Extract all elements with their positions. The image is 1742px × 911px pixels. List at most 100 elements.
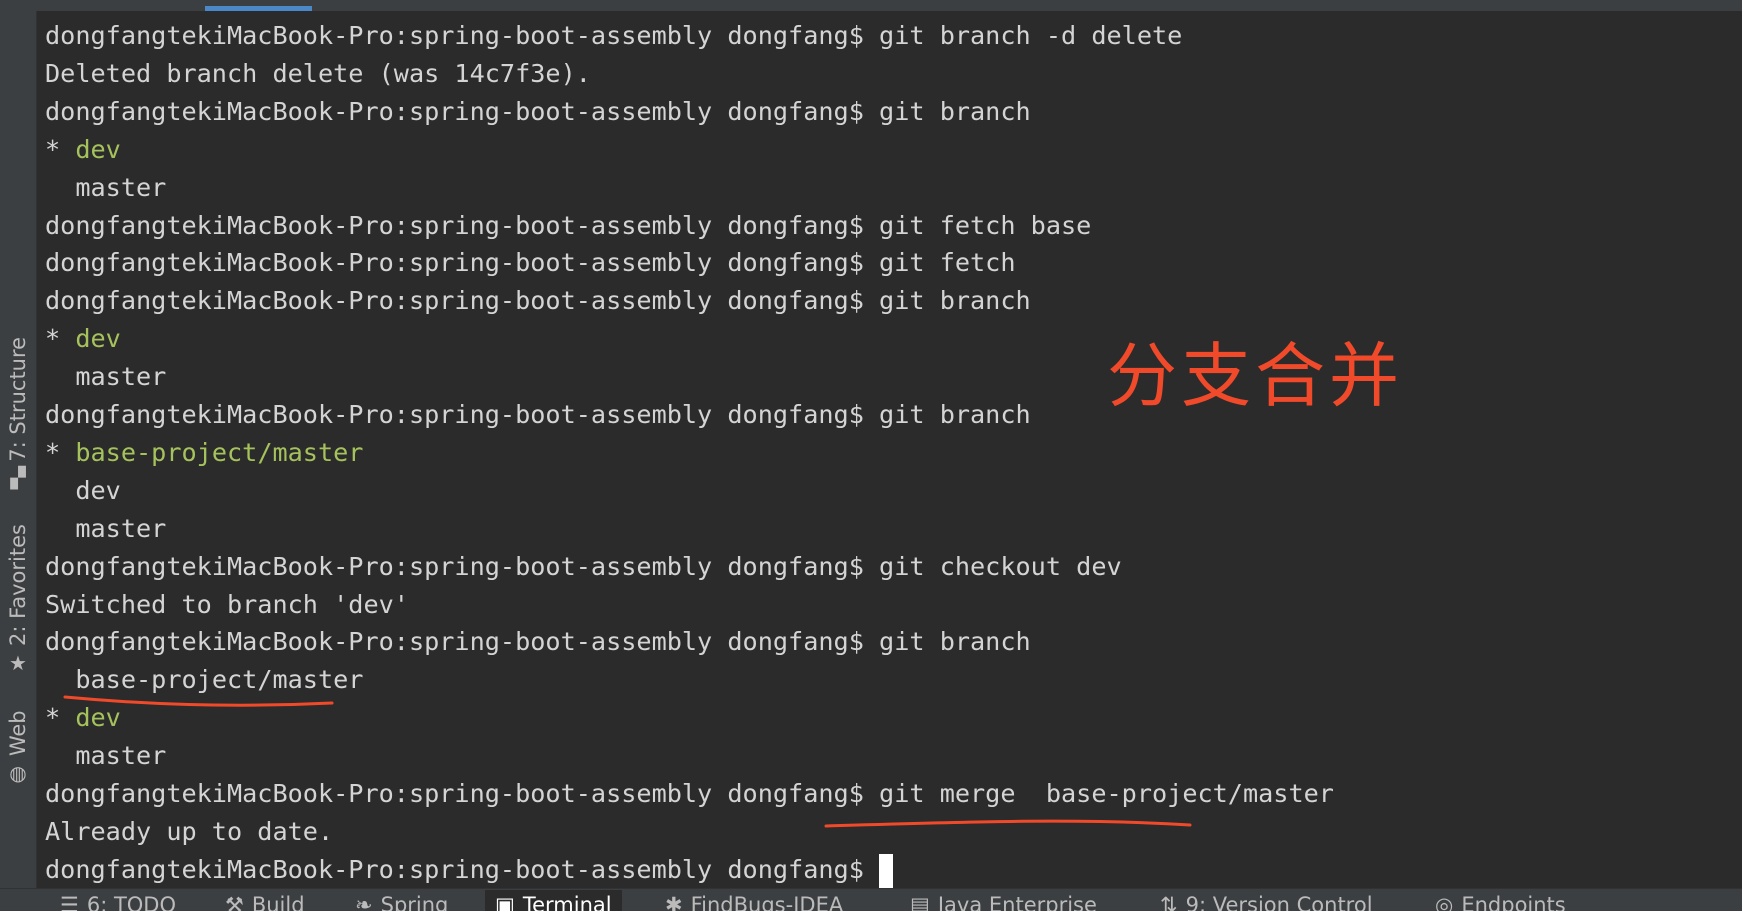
favorites-tool-tab[interactable]: ★ 2: Favorites: [6, 524, 30, 675]
terminal-line: dongfangtekiMacBook-Pro:spring-boot-asse…: [45, 93, 1031, 131]
left-tool-window-strip: ▞ 7: Structure ★ 2: Favorites ◍ Web: [0, 11, 37, 888]
web-tool-tab[interactable]: ◍ Web: [6, 710, 30, 785]
vcs-icon: ⇅: [1160, 893, 1178, 911]
current-branch-name: base-project/master: [75, 437, 364, 467]
endpoints-icon: ◎: [1435, 893, 1454, 911]
terminal-line-text: git fetch base: [879, 210, 1092, 240]
web-tab-label: Web: [6, 710, 30, 757]
terminal-line: master: [45, 169, 166, 207]
terminal-line: dev: [45, 472, 121, 510]
terminal-line-prefix: *: [45, 437, 76, 467]
terminal-line-prefix: [45, 514, 75, 543]
terminal-line-text: git branch: [879, 627, 1031, 657]
terminal-icon: ▣: [495, 893, 515, 911]
tool-tab-label: Build: [251, 893, 305, 911]
terminal-line-text: base-project/master: [75, 665, 364, 695]
current-branch-name: dev: [75, 134, 121, 164]
terminal-line-prefix: dongfangtekiMacBook-Pro:spring-boot-asse…: [45, 400, 880, 429]
terminal-line: Already up to date.: [45, 813, 333, 851]
terminal-line-prefix: dongfangtekiMacBook-Pro:spring-boot-asse…: [45, 21, 880, 50]
terminal-line: dongfangtekiMacBook-Pro:spring-boot-asse…: [45, 851, 894, 889]
terminal-line: * base-project/master: [45, 434, 363, 472]
terminal-line: Deleted branch delete (was 14c7f3e).: [45, 55, 591, 93]
tool-tab-label: Endpoints: [1461, 893, 1566, 911]
terminal-line-text: git checkout dev: [879, 551, 1122, 581]
terminal-line: dongfangtekiMacBook-Pro:spring-boot-asse…: [45, 207, 1091, 245]
terminal-line-prefix: [45, 476, 75, 505]
terminal-line: * dev: [45, 131, 121, 169]
tool-tab-terminal[interactable]: ▣ Terminal: [485, 890, 622, 911]
terminal-line: dongfangtekiMacBook-Pro:spring-boot-asse…: [45, 17, 1182, 55]
terminal-line-text: master: [75, 172, 167, 202]
terminal-line-prefix: dongfangtekiMacBook-Pro:spring-boot-asse…: [45, 248, 880, 278]
terminal-line-text: git branch -d delete: [879, 21, 1183, 50]
terminal-line-text: git branch: [879, 400, 1031, 429]
terminal-line: base-project/master: [45, 661, 363, 699]
terminal-line: dongfangtekiMacBook-Pro:spring-boot-asse…: [45, 548, 1122, 586]
star-icon: ★: [9, 650, 27, 675]
terminal-line-prefix: [45, 173, 75, 202]
bug-icon: ✱: [665, 893, 683, 911]
terminal-line-prefix: [45, 665, 75, 694]
tool-tab-spring[interactable]: ❧ Spring: [345, 890, 458, 911]
terminal-line-prefix: dongfangtekiMacBook-Pro:spring-boot-asse…: [45, 551, 880, 581]
terminal-line-prefix: *: [45, 134, 76, 164]
terminal-line-text: Already up to date.: [45, 816, 334, 846]
tool-tab-label: Terminal: [522, 893, 612, 911]
terminal-line: master: [45, 358, 166, 396]
terminal-line-text: git branch: [879, 286, 1031, 316]
terminal-line-prefix: dongfangtekiMacBook-Pro:spring-boot-asse…: [45, 210, 880, 240]
favorites-tab-label: 2: Favorites: [6, 524, 30, 647]
terminal-line: dongfangtekiMacBook-Pro:spring-boot-asse…: [45, 282, 1031, 320]
annotation-label: 分支合并: [1107, 335, 1403, 417]
bottom-tool-window-bar: ☰ 6: TODO ⚒ Build ❧ Spring ▣ Terminal ✱ FindBugs-…: [0, 888, 1742, 911]
tool-tab-label: 9: Version Control: [1185, 893, 1373, 911]
structure-icon: ▞: [10, 465, 26, 490]
terminal-line-text: dev: [75, 475, 121, 505]
globe-icon: ◍: [9, 760, 27, 785]
list-icon: ☰: [60, 893, 79, 911]
terminal-line-text: Deleted branch delete (was 14c7f3e).: [45, 58, 591, 88]
tool-tab-findbugs-idea[interactable]: ✱ FindBugs-IDEA: [655, 890, 853, 911]
tool-tab-label: Spring: [380, 893, 449, 911]
terminal-line: dongfangtekiMacBook-Pro:spring-boot-asse…: [45, 775, 1334, 813]
terminal-line-prefix: dongfangtekiMacBook-Pro:spring-boot-asse…: [45, 854, 880, 884]
terminal-line: Switched to branch 'dev': [45, 586, 409, 624]
terminal-line: master: [45, 737, 166, 775]
tool-tab-9-version-control[interactable]: ⇅ 9: Version Control: [1150, 890, 1383, 911]
terminal-line-text: master: [75, 362, 167, 392]
terminal-line: * dev: [45, 699, 121, 737]
terminal-line-text: master: [75, 741, 167, 771]
terminal-line: dongfangtekiMacBook-Pro:spring-boot-asse…: [45, 396, 1031, 434]
tool-tab-endpoints[interactable]: ◎ Endpoints: [1425, 890, 1576, 911]
terminal-line: dongfangtekiMacBook-Pro:spring-boot-asse…: [45, 244, 1016, 282]
hammer-icon: ⚒: [225, 893, 244, 911]
terminal-cursor: [879, 853, 894, 888]
terminal-line-prefix: *: [45, 703, 76, 733]
terminal-line-prefix: [45, 362, 75, 391]
current-branch-name: dev: [75, 324, 121, 354]
leaf-icon: ❧: [355, 893, 373, 911]
terminal-line-text: git branch: [879, 96, 1031, 126]
terminal-line: * dev: [45, 320, 121, 358]
terminal-line-text: master: [75, 513, 167, 543]
structure-tool-tab[interactable]: ▞ 7: Structure: [6, 337, 30, 490]
terminal-output[interactable]: dongfangtekiMacBook-Pro:spring-boot-asse…: [37, 11, 1742, 888]
terminal-line-prefix: [45, 741, 75, 770]
tool-tab-label: FindBugs-IDEA: [690, 893, 844, 911]
tool-tab-6-todo[interactable]: ☰ 6: TODO: [50, 890, 186, 911]
window-icon: ▤: [910, 893, 930, 911]
tool-tab-build[interactable]: ⚒ Build: [215, 890, 315, 911]
terminal-line-prefix: dongfangtekiMacBook-Pro:spring-boot-asse…: [45, 779, 880, 808]
terminal-line-text: git fetch: [879, 248, 1016, 278]
tool-tab-java-enterprise[interactable]: ▤ Java Enterprise: [900, 890, 1107, 911]
terminal-line: master: [45, 510, 166, 548]
terminal-line: dongfangtekiMacBook-Pro:spring-boot-asse…: [45, 623, 1031, 661]
terminal-line-prefix: dongfangtekiMacBook-Pro:spring-boot-asse…: [45, 627, 880, 657]
tool-tab-label: 6: TODO: [86, 893, 176, 911]
tool-tab-label: Java Enterprise: [937, 893, 1097, 911]
current-branch-name: dev: [75, 703, 121, 733]
top-tool-bar: [0, 0, 1742, 11]
terminal-line-text: Switched to branch 'dev': [45, 589, 409, 619]
terminal-line-prefix: dongfangtekiMacBook-Pro:spring-boot-asse…: [45, 286, 880, 316]
